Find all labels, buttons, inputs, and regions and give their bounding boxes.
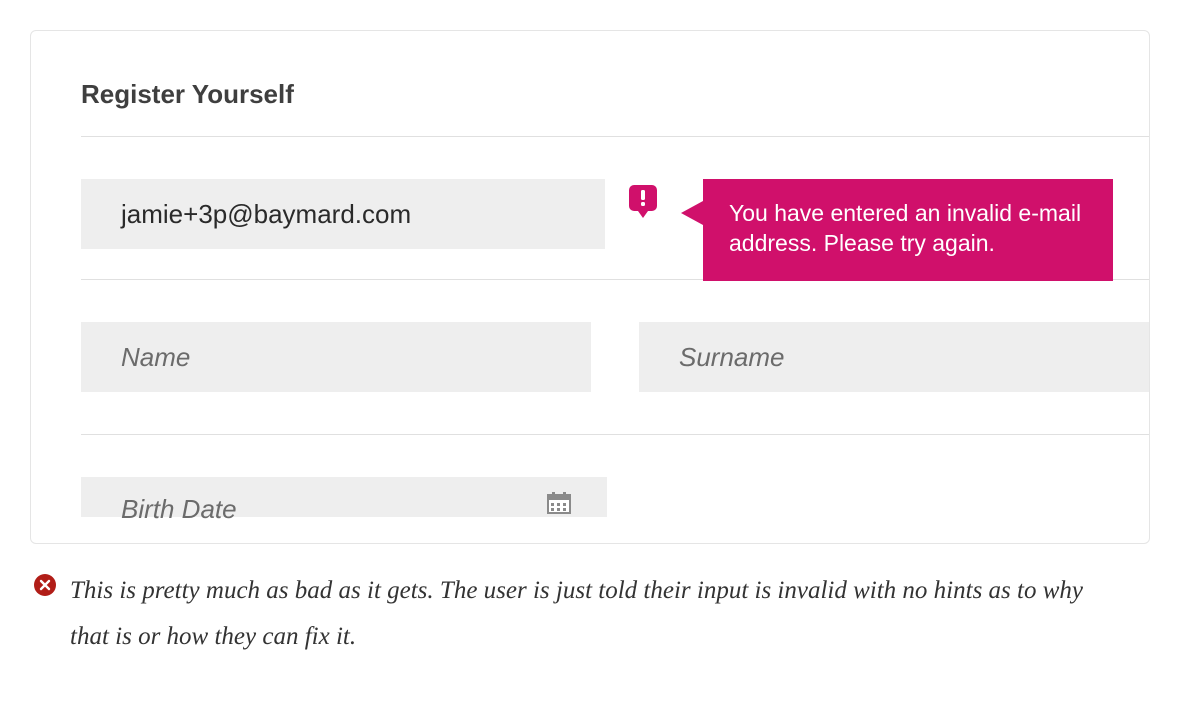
name-placeholder: Name	[121, 342, 190, 373]
name-field[interactable]: Name	[81, 322, 591, 392]
name-row: Name Surname	[81, 280, 1149, 434]
birthdate-row: Birth Date	[81, 435, 1149, 517]
birthdate-field[interactable]: Birth Date	[81, 477, 607, 517]
surname-placeholder: Surname	[679, 342, 785, 373]
email-row: jamie+3p@baymard.com You have entered an…	[81, 137, 1149, 279]
error-x-icon	[34, 574, 56, 596]
surname-field[interactable]: Surname	[639, 322, 1149, 392]
form-screenshot-card: Register Yourself jamie+3p@baymard.com Y…	[30, 30, 1150, 544]
birthdate-placeholder: Birth Date	[121, 494, 237, 525]
form-heading: Register Yourself	[81, 79, 1149, 110]
error-badge-icon	[629, 185, 657, 211]
email-value: jamie+3p@baymard.com	[121, 199, 411, 230]
error-message: You have entered an invalid e-mail addre…	[729, 200, 1081, 256]
email-field[interactable]: jamie+3p@baymard.com	[81, 179, 605, 249]
caption-text: This is pretty much as bad as it gets. T…	[70, 568, 1110, 661]
calendar-icon[interactable]	[547, 490, 571, 521]
error-tooltip: You have entered an invalid e-mail addre…	[703, 179, 1113, 281]
caption-row: This is pretty much as bad as it gets. T…	[34, 568, 1150, 661]
